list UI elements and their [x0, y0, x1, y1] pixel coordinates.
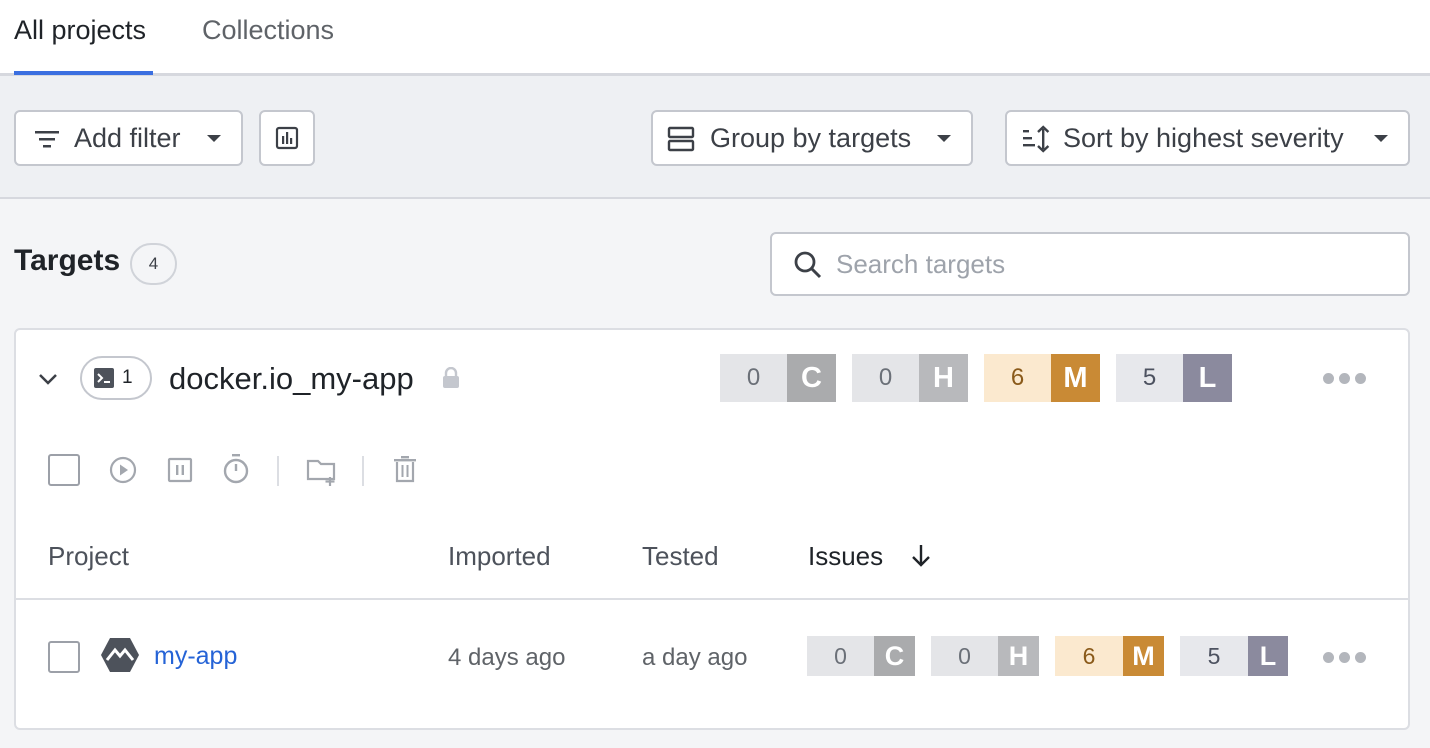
- chevron-down-icon[interactable]: [38, 372, 58, 386]
- select-all-checkbox[interactable]: [48, 454, 80, 486]
- critical-count: 0: [807, 636, 874, 676]
- target-card: 1 docker.io_my-app 0 C 0 H 6 M 5 L Proje…: [14, 328, 1410, 730]
- targets-title: Targets: [14, 244, 121, 277]
- chart-view-button[interactable]: [259, 110, 315, 166]
- row-more-options-icon[interactable]: [1323, 652, 1366, 663]
- medium-letter: M: [1051, 354, 1100, 402]
- column-header-imported[interactable]: Imported: [448, 541, 551, 572]
- search-icon: [794, 251, 822, 279]
- row-critical-severity-badge: 0 C: [807, 636, 915, 676]
- lock-icon: [443, 367, 459, 388]
- folder-add-icon[interactable]: [306, 457, 338, 487]
- low-count: 5: [1180, 636, 1248, 676]
- action-separator: [277, 456, 279, 486]
- trash-icon[interactable]: [393, 455, 417, 483]
- group-rows-icon: [667, 126, 695, 152]
- timer-icon[interactable]: [222, 453, 250, 485]
- low-count: 5: [1116, 354, 1183, 402]
- search-targets-box[interactable]: [770, 232, 1410, 296]
- tested-date: a day ago: [642, 644, 748, 671]
- search-input[interactable]: [836, 234, 1396, 294]
- targets-count-badge: 4: [130, 243, 177, 285]
- high-severity-badge: 0 H: [852, 354, 968, 402]
- sort-icon: [1023, 125, 1050, 153]
- low-letter: L: [1183, 354, 1232, 402]
- row-checkbox[interactable]: [48, 641, 80, 673]
- project-count-badge: 1: [80, 356, 152, 400]
- row-low-severity-badge: 5 L: [1180, 636, 1288, 676]
- high-letter: H: [998, 636, 1039, 676]
- high-count: 0: [931, 636, 998, 676]
- imported-date: 4 days ago: [448, 644, 566, 671]
- column-header-project[interactable]: Project: [48, 541, 129, 572]
- table-divider: [16, 598, 1408, 600]
- arrow-down-icon[interactable]: [910, 543, 932, 569]
- main-content: Targets 4 1 docker.io_my-app 0: [0, 200, 1430, 748]
- critical-letter: C: [787, 354, 836, 402]
- filter-icon: [35, 131, 59, 148]
- pause-icon[interactable]: [167, 457, 193, 483]
- container-image-icon: [101, 638, 139, 672]
- chevron-down-icon: [937, 135, 951, 142]
- sort-by-button[interactable]: Sort by highest severity: [1005, 110, 1410, 166]
- action-separator: [362, 456, 364, 486]
- target-name[interactable]: docker.io_my-app: [169, 361, 414, 397]
- chevron-down-icon: [1374, 135, 1388, 142]
- terminal-icon: [94, 368, 114, 388]
- medium-severity-badge: 6 M: [984, 354, 1100, 402]
- target-more-options-icon[interactable]: [1323, 373, 1366, 384]
- medium-letter: M: [1123, 636, 1164, 676]
- add-filter-button[interactable]: Add filter: [14, 110, 243, 166]
- add-filter-label: Add filter: [74, 123, 181, 153]
- project-count: 1: [122, 367, 133, 388]
- low-severity-badge: 5 L: [1116, 354, 1232, 402]
- high-letter: H: [919, 354, 968, 402]
- critical-severity-badge: 0 C: [720, 354, 836, 402]
- group-by-label: Group by targets: [710, 123, 912, 153]
- row-high-severity-badge: 0 H: [931, 636, 1039, 676]
- critical-letter: C: [874, 636, 915, 676]
- critical-count: 0: [720, 354, 787, 402]
- tab-collections[interactable]: Collections: [202, 0, 334, 76]
- sort-by-label: Sort by highest severity: [1063, 123, 1344, 153]
- medium-count: 6: [1055, 636, 1123, 676]
- group-by-button[interactable]: Group by targets: [651, 110, 973, 166]
- row-medium-severity-badge: 6 M: [1055, 636, 1164, 676]
- tab-bar: All projects Collections: [0, 0, 1430, 76]
- column-header-issues[interactable]: Issues: [808, 541, 883, 572]
- toolbar: Add filter Group by targets Sort by high…: [0, 76, 1430, 199]
- active-tab-indicator: [14, 71, 153, 75]
- chevron-down-icon: [207, 135, 221, 142]
- bar-chart-icon: [275, 126, 299, 150]
- play-icon[interactable]: [109, 456, 137, 484]
- project-link[interactable]: my-app: [154, 642, 237, 671]
- tab-all-projects[interactable]: All projects: [14, 0, 146, 76]
- high-count: 0: [852, 354, 919, 402]
- medium-count: 6: [984, 354, 1051, 402]
- low-letter: L: [1248, 636, 1288, 676]
- column-header-tested[interactable]: Tested: [642, 541, 719, 572]
